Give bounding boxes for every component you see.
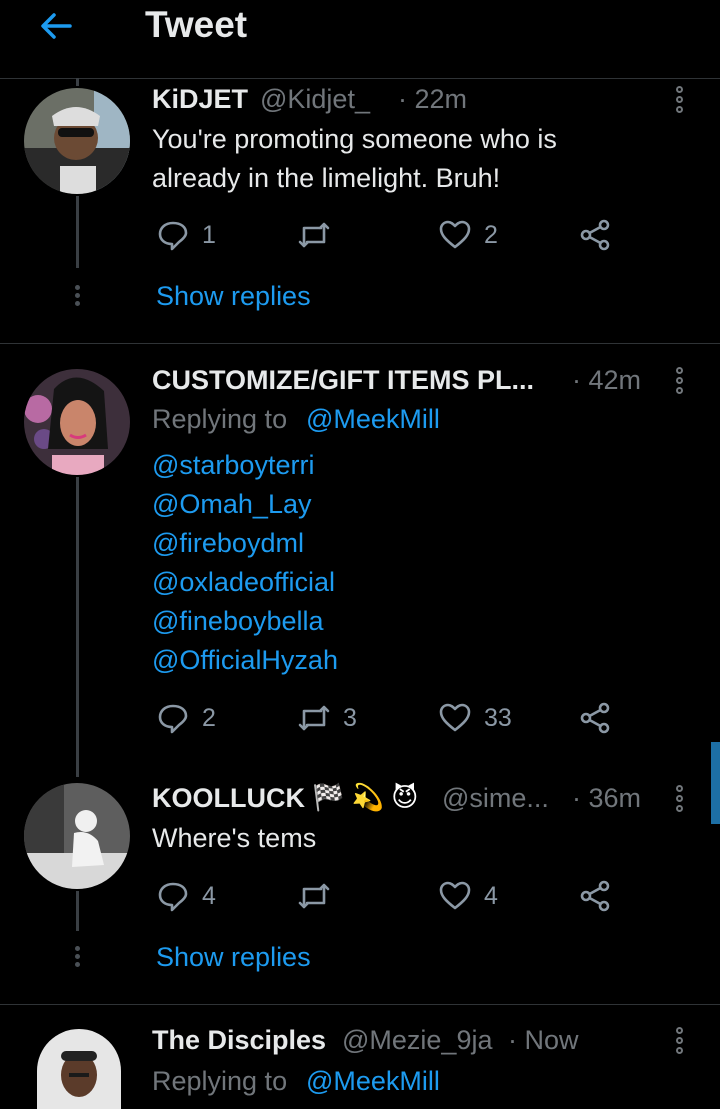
like-button[interactable]: 4 <box>438 879 498 913</box>
back-arrow-icon[interactable] <box>36 6 76 46</box>
reply-button[interactable]: 1 <box>156 218 216 252</box>
reply-button[interactable]: 2 <box>156 701 216 735</box>
retweet-button[interactable]: 3 <box>297 701 357 735</box>
share-icon <box>580 219 610 251</box>
mention-link[interactable]: @oxladeofficial <box>152 563 338 602</box>
share-button[interactable] <box>578 701 612 735</box>
thread-line <box>76 891 79 931</box>
display-name[interactable]: KiDJET <box>152 84 248 115</box>
like-count: 33 <box>484 703 512 732</box>
replying-to-label: Replying to <box>152 404 288 434</box>
retweet-count: 3 <box>343 703 357 732</box>
show-replies-link[interactable]: Show replies <box>156 281 311 312</box>
display-name[interactable]: The Disciples <box>152 1025 326 1056</box>
avatar[interactable] <box>24 88 130 194</box>
like-button[interactable]: 33 <box>438 701 512 735</box>
like-count: 4 <box>484 881 498 910</box>
reply-count: 1 <box>202 220 216 249</box>
timestamp: · Now <box>508 1025 579 1055</box>
thread-line <box>76 477 79 777</box>
username[interactable]: @Mezie_9ja <box>342 1025 492 1056</box>
reply-icon <box>158 704 188 734</box>
reply-count: 4 <box>202 881 216 910</box>
replying-to-label: Replying to <box>152 1066 288 1096</box>
like-count: 2 <box>484 220 498 249</box>
avatar[interactable] <box>24 369 130 475</box>
show-replies-link[interactable]: Show replies <box>156 942 311 973</box>
heart-icon <box>439 881 471 910</box>
reply-icon <box>158 882 188 912</box>
mention-link[interactable]: @fineboybella <box>152 602 338 641</box>
thread-line <box>76 196 79 268</box>
mention-list: @starboyterri @Omah_Lay @fireboydml @oxl… <box>152 446 338 680</box>
username[interactable]: @sime... <box>442 783 549 814</box>
top-app-bar <box>0 0 720 79</box>
mention-link[interactable]: @starboyterri <box>152 446 338 485</box>
retweet-button[interactable] <box>297 218 343 252</box>
divider <box>0 1004 720 1005</box>
reply-count: 2 <box>202 703 216 732</box>
username[interactable]: @Kidjet_ <box>260 84 370 115</box>
more-options-icon[interactable] <box>676 86 684 116</box>
reply-button[interactable]: 4 <box>156 879 216 913</box>
share-icon <box>580 880 610 912</box>
timestamp: · 36m <box>572 783 642 813</box>
thread-dots <box>75 285 81 309</box>
more-options-icon[interactable] <box>676 1027 684 1057</box>
more-options-icon[interactable] <box>676 785 684 815</box>
replying-to-mention[interactable]: @MeekMill <box>306 400 440 439</box>
thread-line <box>76 78 79 86</box>
scrollbar-thumb[interactable] <box>711 742 720 824</box>
retweet-icon <box>298 883 330 909</box>
share-button[interactable] <box>578 879 612 913</box>
retweet-icon <box>298 705 330 731</box>
heart-icon <box>439 220 471 249</box>
reply-icon <box>158 221 188 251</box>
share-icon <box>580 702 610 734</box>
mention-link[interactable]: @fireboydml <box>152 524 338 563</box>
like-button[interactable]: 2 <box>438 218 498 252</box>
tweet-text: You're promoting someone who is already … <box>152 124 557 193</box>
timestamp: · 22m <box>398 84 468 114</box>
display-name[interactable]: CUSTOMIZE/GIFT ITEMS PL... <box>152 365 534 396</box>
thread-dots <box>75 946 81 970</box>
name-emojis: 🏁 💫 😈 <box>312 782 419 812</box>
page-title: Tweet <box>145 4 248 45</box>
divider <box>0 343 720 344</box>
replying-to-mention[interactable]: @MeekMill <box>306 1062 440 1101</box>
avatar[interactable] <box>37 1029 121 1109</box>
mention-link[interactable]: @OfficialHyzah <box>152 641 338 680</box>
heart-icon <box>439 703 471 732</box>
mention-link[interactable]: @Omah_Lay <box>152 485 338 524</box>
tweet-text: Where's tems <box>152 823 317 853</box>
retweet-button[interactable] <box>297 879 343 913</box>
share-button[interactable] <box>578 218 612 252</box>
avatar[interactable] <box>24 783 130 889</box>
timestamp: · 42m <box>572 365 642 395</box>
more-options-icon[interactable] <box>676 367 684 397</box>
display-name[interactable]: KOOLLUCK <box>152 783 305 814</box>
retweet-icon <box>298 222 330 248</box>
